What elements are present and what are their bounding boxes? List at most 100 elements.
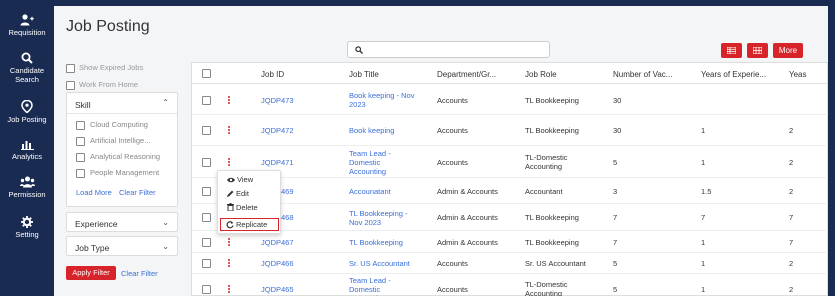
job-id-link[interactable]: JQDP467: [261, 238, 294, 247]
row-checkbox[interactable]: [202, 284, 211, 294]
sidebar-item-label: Candidate Search: [9, 66, 45, 84]
job-type-filter-panel[interactable]: Job Type ⌄: [66, 236, 178, 256]
clear-skill-filter-link[interactable]: Clear Filter: [119, 188, 156, 197]
list-icon: [726, 46, 737, 55]
department-cell: Accounts: [437, 158, 468, 167]
experience-cell-line: 1.5: [701, 186, 712, 196]
location-pin-icon: [21, 100, 33, 113]
column-header[interactable]: Yeas: [789, 70, 828, 79]
table-row[interactable]: JQDP469AccounatantAdmin & AccountsAccoun…: [192, 178, 828, 204]
years-cell: 2: [789, 259, 793, 268]
job-role-cell: TL-Domestic Accounting: [525, 280, 568, 296]
grid-view-button[interactable]: [747, 43, 768, 58]
checkbox[interactable]: [76, 168, 85, 178]
job-title-link[interactable]: Accounatant: [349, 187, 391, 196]
skill-option[interactable]: People Management: [76, 168, 159, 178]
checkbox[interactable]: [76, 152, 85, 162]
table-row[interactable]: JQDP471 Team Lead - Domestic Accounting Acco…: [192, 146, 828, 178]
checkbox[interactable]: [66, 63, 75, 73]
filter-label: Show Expired Jobs: [79, 63, 144, 72]
row-checkbox[interactable]: [202, 95, 211, 105]
table-row[interactable]: JQDP468TL Bookkeeping -Nov 2023Admin & A…: [192, 204, 828, 231]
load-more-link[interactable]: Load More: [76, 188, 112, 197]
row-actions-menu-icon[interactable]: [228, 157, 231, 167]
sidebar-item-permission[interactable]: Permission: [0, 176, 54, 199]
row-checkbox[interactable]: [202, 157, 211, 167]
replicate-menu-item[interactable]: Replicate: [220, 218, 279, 231]
table-row[interactable]: JQDP473 Book keeping - Nov 2023 Accounts TL …: [192, 85, 828, 115]
row-checkbox[interactable]: [202, 213, 211, 222]
more-button[interactable]: More: [773, 43, 803, 58]
vacancies-cell-line: 30: [613, 126, 622, 135]
row-actions-menu-icon[interactable]: [228, 126, 231, 135]
checkbox[interactable]: [76, 136, 85, 146]
skill-option[interactable]: Cloud Computing: [76, 120, 148, 130]
show-expired-jobs-filter[interactable]: Show Expired Jobs: [66, 63, 143, 73]
table-row[interactable]: JQDP472 Book keeping Accounts TL Bookkeepin…: [192, 115, 828, 146]
skill-option[interactable]: Artificial Intellige...: [76, 136, 150, 146]
years-cell-line: 2: [789, 284, 794, 294]
skill-option[interactable]: Analytical Reasoning: [76, 152, 160, 162]
row-actions-menu-icon[interactable]: [228, 95, 231, 105]
job-id-link[interactable]: JQDP473: [261, 96, 294, 105]
column-header[interactable]: Years of Experie...: [701, 70, 781, 79]
search-box[interactable]: [347, 41, 550, 58]
job-id-link[interactable]: JQDP472: [261, 126, 294, 135]
row-checkbox[interactable]: [202, 237, 211, 247]
column-header[interactable]: Department/Gr...: [437, 70, 517, 79]
chevron-down-icon[interactable]: ⌄: [162, 218, 169, 227]
column-header[interactable]: Job Title: [349, 70, 429, 79]
sidebar-item-candidate-search[interactable]: Candidate Search: [0, 52, 54, 84]
job-title-link[interactable]: TL Bookkeeping: [349, 238, 403, 247]
job-title-link[interactable]: Team Lead -DomesticAccounting: [349, 149, 391, 176]
edit-menu-item[interactable]: Edit: [227, 189, 249, 198]
job-role-cell: Accountant: [525, 187, 563, 196]
row-actions-menu-icon[interactable]: [228, 259, 231, 268]
table-row[interactable]: JQDP467 TL Bookkeeping Admin & Accounts TL …: [192, 231, 828, 253]
menu-item-label: Delete: [236, 203, 258, 212]
delete-menu-item[interactable]: Delete: [227, 203, 258, 212]
job-id-link[interactable]: JQDP466: [261, 259, 294, 268]
job-id-link[interactable]: JQDP465: [261, 285, 294, 294]
job-title-link-line: Sr. US Accountant: [349, 259, 410, 268]
job-title-link[interactable]: Book keeping: [349, 126, 394, 135]
job-title-link[interactable]: Sr. US Accountant: [349, 259, 410, 268]
table-row[interactable]: JQDP465Team Lead -DomesticAccountingAcco…: [192, 274, 828, 296]
sidebar-item-label: Requisition: [8, 28, 46, 37]
job-id-link-line: JQDP465: [261, 284, 294, 294]
work-from-home-filter[interactable]: Work From Home: [66, 80, 138, 90]
row-checkbox[interactable]: [202, 186, 211, 196]
job-title-link[interactable]: TL Bookkeeping - Nov 2023: [349, 209, 408, 227]
column-header[interactable]: Number of Vac...: [613, 70, 693, 79]
sidebar-item-analytics[interactable]: Analytics: [0, 138, 54, 161]
chevron-up-icon[interactable]: ⌃: [162, 98, 169, 107]
checkbox[interactable]: [76, 120, 85, 130]
row-actions-menu-icon[interactable]: [228, 284, 231, 294]
table-row[interactable]: JQDP466 Sr. US Accountant Accounts Sr. US A…: [192, 253, 828, 274]
column-header[interactable]: Job Role: [525, 70, 605, 79]
job-id-link[interactable]: JQDP471: [261, 158, 294, 167]
list-view-button[interactable]: [721, 43, 742, 58]
department-cell: Admin & Accounts: [437, 238, 498, 247]
column-header[interactable]: Job ID: [261, 70, 341, 79]
row-checkbox[interactable]: [202, 259, 211, 268]
view-menu-item[interactable]: View: [227, 175, 253, 184]
clear-filter-link[interactable]: Clear Filter: [121, 269, 158, 278]
job-title-link[interactable]: Team Lead -DomesticAccounting: [349, 276, 391, 296]
years-cell-line: 2: [789, 126, 794, 135]
job-title-link-line: Accounting: [349, 166, 387, 176]
chevron-down-icon[interactable]: ⌄: [162, 242, 169, 251]
row-checkbox[interactable]: [202, 126, 211, 135]
sidebar-item-requisition[interactable]: Requisition: [0, 14, 54, 37]
vacancies-cell-line: 5: [613, 157, 618, 167]
search-input[interactable]: [368, 43, 546, 56]
job-title-link[interactable]: Book keeping - Nov 2023: [349, 91, 414, 109]
row-actions-menu-icon[interactable]: [228, 237, 231, 247]
apply-filter-button[interactable]: Apply Filter: [66, 266, 116, 280]
checkbox[interactable]: [66, 80, 75, 90]
years-cell: 7: [789, 213, 793, 222]
select-all-checkbox[interactable]: [202, 69, 211, 78]
sidebar-item-setting[interactable]: Setting: [0, 216, 54, 239]
sidebar-item-job-posting[interactable]: Job Posting: [0, 100, 54, 124]
experience-filter-panel[interactable]: Experience ⌄: [66, 212, 178, 232]
